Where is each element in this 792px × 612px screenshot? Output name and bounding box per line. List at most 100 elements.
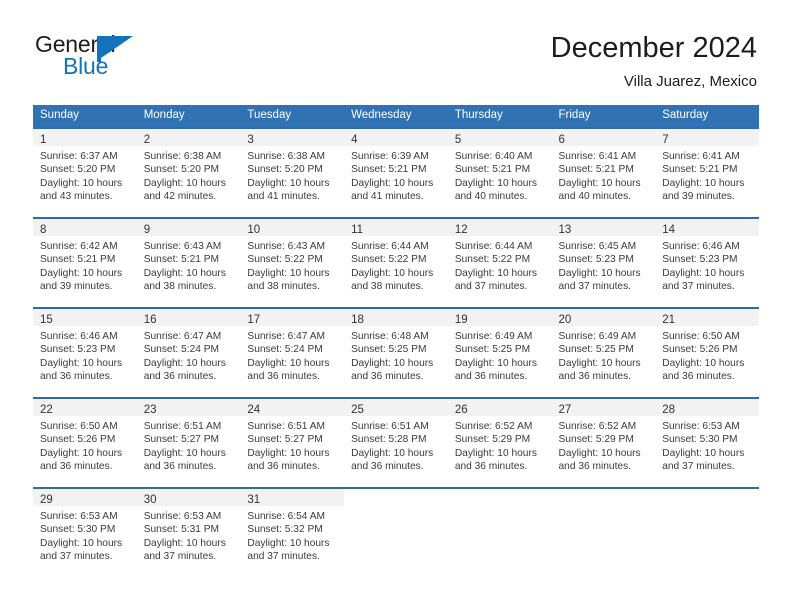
day-cell: 7 Sunrise: 6:41 AM Sunset: 5:21 PM Daylight… [655,129,759,217]
calendar-cell[interactable]: 9 Sunrise: 6:43 AM Sunset: 5:21 PM Daylight… [136,217,241,309]
page-subtitle: Villa Juarez, Mexico [623,73,757,91]
calendar-cell[interactable]: 13 Sunrise: 6:45 AM Sunset: 5:23 PM Dayligh… [551,217,656,309]
calendar-cell[interactable]: 21 Sunrise: 6:50 AM Sunset: 5:26 PM Dayligh… [655,307,759,399]
sunset-time: Sunset: 5:25 PM [558,344,634,356]
calendar-cell[interactable]: 12 Sunrise: 6:44 AM Sunset: 5:22 PM Dayligh… [447,217,552,309]
daylight-duration-line1: Daylight: 10 hours [247,537,330,549]
daylight-duration-line2: and 36 minutes. [143,370,217,382]
day-info: Sunrise: 6:37 AM Sunset: 5:20 PM Daylight:… [33,146,137,203]
daylight-duration-line2: and 39 minutes. [40,280,113,292]
sunrise-time: Sunrise: 6:50 AM [40,421,118,433]
day-cell: 19 Sunrise: 6:49 AM Sunset: 5:25 PM Dayligh… [447,309,552,397]
brand-logo[interactable]: General Blue [35,33,235,87]
daylight-duration-line1: Daylight: 10 hours [558,357,641,369]
day-cell: 9 Sunrise: 6:43 AM Sunset: 5:21 PM Daylight… [136,219,241,307]
day-info: Sunrise: 6:44 AM Sunset: 5:22 PM Daylight:… [448,236,552,293]
daylight-duration-line1: Daylight: 10 hours [351,447,434,459]
day-cell: 15 Sunrise: 6:46 AM Sunset: 5:23 PM Dayligh… [33,309,137,397]
calendar-cell[interactable]: 3 Sunrise: 6:38 AM Sunset: 5:20 PM Daylight… [240,127,345,219]
daylight-duration-line1: Daylight: 10 hours [454,177,537,189]
calendar-cell[interactable]: 19 Sunrise: 6:49 AM Sunset: 5:25 PM Dayligh… [447,307,552,399]
sunrise-time: Sunrise: 6:38 AM [143,151,222,163]
day-number-band: 21 [655,309,759,327]
sunrise-time: Sunrise: 6:53 AM [40,511,118,523]
daylight-duration-line1: Daylight: 10 hours [40,177,123,189]
day-info: Sunrise: 6:41 AM Sunset: 5:21 PM Daylight:… [655,146,759,203]
calendar-cell[interactable]: 16 Sunrise: 6:47 AM Sunset: 5:24 PM Dayligh… [136,307,241,399]
day-cell: 29 Sunrise: 6:53 AM Sunset: 5:30 PM Dayligh… [33,489,137,569]
daylight-duration-line1: Daylight: 10 hours [662,177,745,189]
sunrise-time: Sunrise: 6:38 AM [247,151,325,163]
calendar-cell[interactable]: 27 Sunrise: 6:52 AM Sunset: 5:29 PM Dayligh… [551,397,656,489]
calendar-week-row: 22 Sunrise: 6:50 AM Sunset: 5:26 PM Dayligh… [33,397,759,489]
sunrise-time: Sunrise: 6:43 AM [143,241,222,253]
sunrise-time: Sunrise: 6:37 AM [40,151,118,163]
daylight-duration-line1: Daylight: 10 hours [351,267,434,279]
calendar-cell[interactable]: 24 Sunrise: 6:51 AM Sunset: 5:27 PM Dayligh… [240,397,345,489]
calendar-cell[interactable]: 7 Sunrise: 6:41 AM Sunset: 5:21 PM Daylight… [655,127,759,219]
day-info: Sunrise: 6:39 AM Sunset: 5:21 PM Daylight:… [344,146,448,203]
calendar-cell[interactable]: 31 Sunrise: 6:54 AM Sunset: 5:32 PM Dayligh… [240,487,345,570]
title-block: December 2024 Villa Juarez, Mexico [551,32,757,91]
daylight-duration-line1: Daylight: 10 hours [247,267,330,279]
calendar-cell[interactable]: 29 Sunrise: 6:53 AM Sunset: 5:30 PM Dayligh… [33,487,137,570]
daylight-duration-line2: and 40 minutes. [454,190,528,202]
calendar-cell[interactable]: 6 Sunrise: 6:41 AM Sunset: 5:21 PM Daylight… [551,127,656,219]
calendar-cell[interactable]: 1 Sunrise: 6:37 AM Sunset: 5:20 PM Daylight… [33,127,137,219]
day-number: 11 [351,224,364,237]
daylight-duration-line1: Daylight: 10 hours [247,177,330,189]
day-number: 3 [247,134,254,147]
calendar-cell[interactable]: 30 Sunrise: 6:53 AM Sunset: 5:31 PM Dayligh… [136,487,241,570]
day-number: 7 [662,134,669,147]
day-number-band: 28 [655,399,759,417]
calendar-cell[interactable]: 23 Sunrise: 6:51 AM Sunset: 5:27 PM Dayligh… [136,397,241,489]
sunset-time: Sunset: 5:21 PM [351,164,427,176]
sunset-time: Sunset: 5:22 PM [351,254,427,266]
sunrise-time: Sunrise: 6:52 AM [558,421,637,433]
sunset-time: Sunset: 5:31 PM [143,524,220,536]
sunset-time: Sunset: 5:25 PM [351,344,427,356]
calendar-cell[interactable]: 14 Sunrise: 6:46 AM Sunset: 5:23 PM Dayligh… [655,217,759,309]
day-number-band: 20 [551,309,656,327]
calendar-cell[interactable]: 20 Sunrise: 6:49 AM Sunset: 5:25 PM Dayligh… [551,307,656,399]
sunset-time: Sunset: 5:21 PM [143,254,220,266]
sunrise-time: Sunrise: 6:42 AM [40,241,118,253]
calendar-cell[interactable]: 8 Sunrise: 6:42 AM Sunset: 5:21 PM Daylight… [33,217,137,309]
day-cell: 26 Sunrise: 6:52 AM Sunset: 5:29 PM Dayligh… [447,399,552,487]
sunrise-time: Sunrise: 6:50 AM [662,331,740,343]
day-number-band: 5 [447,129,552,147]
day-number: 30 [143,494,157,507]
sunset-time: Sunset: 5:21 PM [454,164,531,176]
calendar-cell[interactable]: 25 Sunrise: 6:51 AM Sunset: 5:28 PM Dayligh… [344,397,448,489]
calendar-cell[interactable]: 4 Sunrise: 6:39 AM Sunset: 5:21 PM Daylight… [344,127,448,219]
calendar-cell [551,487,656,570]
daylight-duration-line1: Daylight: 10 hours [40,537,123,549]
day-number: 15 [40,314,53,327]
calendar-cell[interactable]: 18 Sunrise: 6:48 AM Sunset: 5:25 PM Dayligh… [344,307,448,399]
day-number: 20 [558,314,572,327]
calendar-cell[interactable]: 26 Sunrise: 6:52 AM Sunset: 5:29 PM Dayligh… [447,397,552,489]
calendar-cell[interactable]: 11 Sunrise: 6:44 AM Sunset: 5:22 PM Dayligh… [344,217,448,309]
sunrise-time: Sunrise: 6:47 AM [247,331,325,343]
day-number: 23 [143,404,157,417]
calendar-cell[interactable]: 10 Sunrise: 6:43 AM Sunset: 5:22 PM Dayligh… [240,217,345,309]
calendar-cell[interactable]: 2 Sunrise: 6:38 AM Sunset: 5:20 PM Daylight… [136,127,241,219]
sunset-time: Sunset: 5:23 PM [662,254,738,266]
calendar-cell[interactable]: 5 Sunrise: 6:40 AM Sunset: 5:21 PM Daylight… [447,127,552,219]
daylight-duration-line1: Daylight: 10 hours [558,447,641,459]
calendar-cell[interactable]: 22 Sunrise: 6:50 AM Sunset: 5:26 PM Dayligh… [33,397,137,489]
day-cell: 1 Sunrise: 6:37 AM Sunset: 5:20 PM Daylight… [33,129,137,217]
day-info: Sunrise: 6:42 AM Sunset: 5:21 PM Daylight:… [33,236,137,293]
day-number: 24 [247,404,261,417]
sunrise-time: Sunrise: 6:41 AM [558,151,637,163]
calendar-cell[interactable]: 15 Sunrise: 6:46 AM Sunset: 5:23 PM Dayligh… [33,307,137,399]
sunset-time: Sunset: 5:26 PM [662,344,738,356]
daylight-duration-line2: and 36 minutes. [662,370,735,382]
calendar-cell[interactable]: 28 Sunrise: 6:53 AM Sunset: 5:30 PM Dayligh… [655,397,759,489]
day-cell: 4 Sunrise: 6:39 AM Sunset: 5:21 PM Daylight… [344,129,448,217]
day-info: Sunrise: 6:43 AM Sunset: 5:22 PM Daylight:… [240,236,344,293]
day-number-band [447,489,552,507]
sunset-time: Sunset: 5:20 PM [247,164,323,176]
calendar-cell[interactable]: 17 Sunrise: 6:47 AM Sunset: 5:24 PM Dayligh… [240,307,345,399]
daylight-duration-line1: Daylight: 10 hours [662,447,745,459]
